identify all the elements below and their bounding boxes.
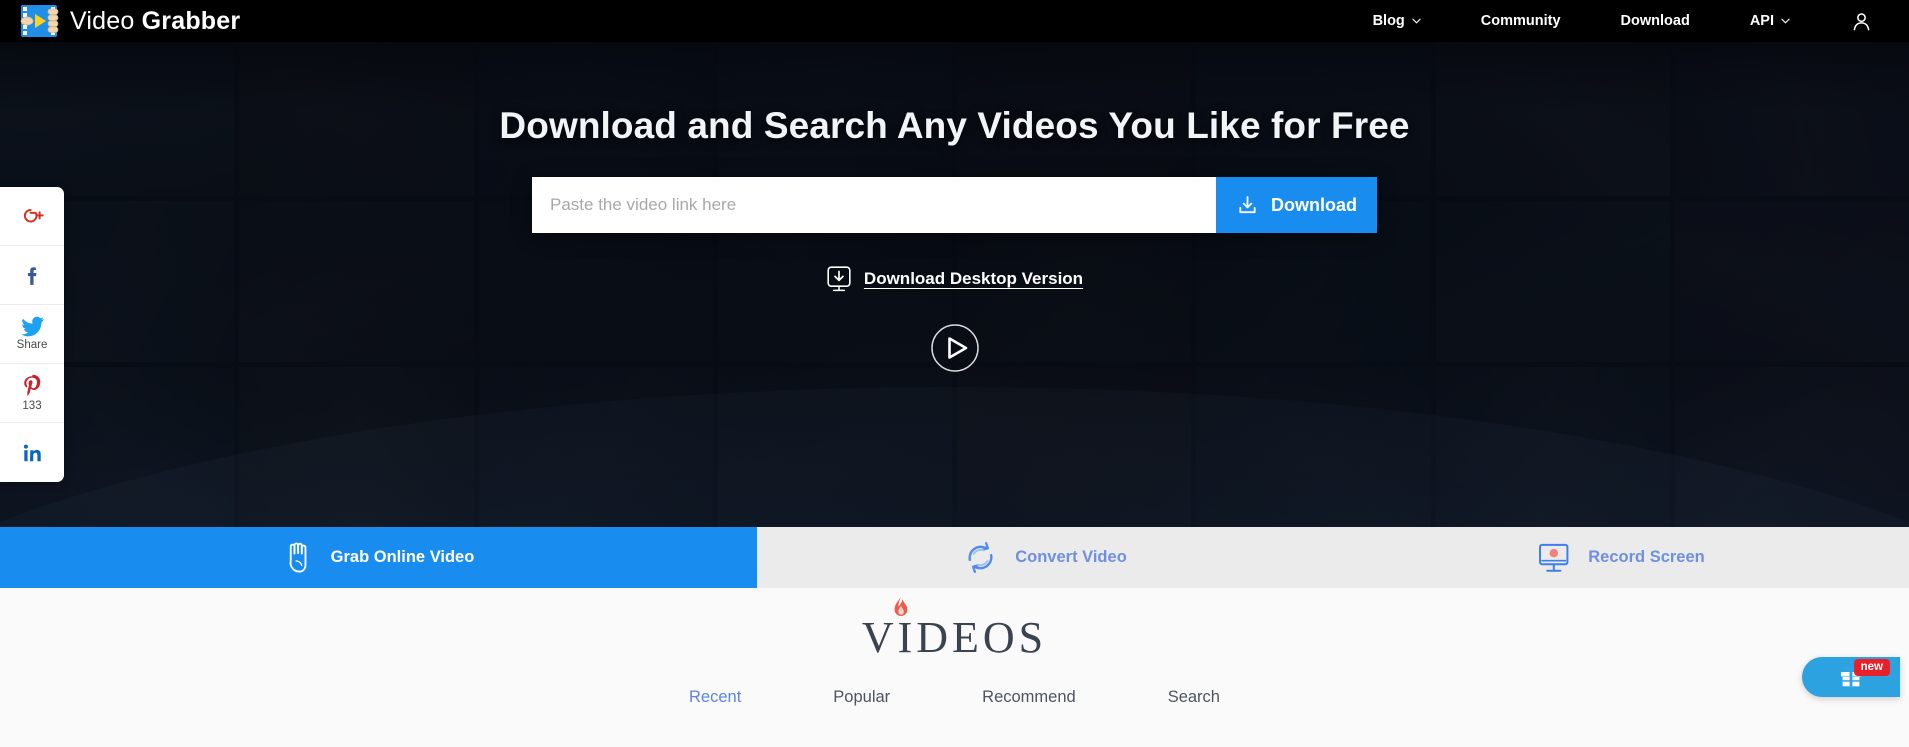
subtab-popular[interactable]: Popular [787, 688, 936, 707]
nav-item-download[interactable]: Download [1591, 0, 1720, 42]
brand-name: Video Grabber [70, 6, 241, 35]
brand-name-bold: Grabber [141, 6, 241, 35]
share-twitter[interactable]: Share [0, 305, 64, 364]
tab-grab-online-video[interactable]: Grab Online Video [0, 527, 757, 588]
facebook-icon [27, 266, 36, 285]
search-input[interactable] [532, 177, 1216, 233]
nav-item-download-label: Download [1620, 13, 1690, 29]
chevron-down-icon [1412, 18, 1421, 24]
download-desktop-version-label: Download Desktop Version [863, 269, 1084, 288]
subtab-search[interactable]: Search [1122, 688, 1266, 707]
page-root: Video Grabber Blog Community Download AP… [0, 0, 1909, 747]
film-strip-grab-icon [20, 5, 59, 37]
videos-logo: VIDEOS [861, 596, 1048, 662]
linkedin-icon [23, 444, 41, 461]
nav-links: Blog Community Download API [1343, 0, 1909, 42]
nav-item-api-label: API [1749, 13, 1774, 29]
play-circle-icon[interactable] [930, 323, 980, 373]
nav-item-api[interactable]: API [1720, 0, 1820, 42]
download-button-label: Download [1271, 194, 1357, 215]
download-to-device-icon [827, 266, 851, 292]
flame-icon [894, 596, 908, 616]
share-twitter-caption: Share [16, 339, 48, 352]
nav-item-community[interactable]: Community [1451, 0, 1591, 42]
pinterest-icon [24, 374, 41, 396]
download-desktop-version-link[interactable]: Download Desktop Version [826, 265, 1083, 293]
share-pinterest-count: 133 [22, 399, 42, 412]
nav-item-community-label: Community [1480, 13, 1561, 29]
top-navigation-bar: Video Grabber Blog Community Download AP… [0, 0, 1909, 42]
user-account-icon [1853, 12, 1870, 30]
share-pinterest[interactable]: 133 [0, 364, 64, 423]
account-button[interactable] [1820, 10, 1887, 33]
tab-record-screen-label: Record Screen [1588, 548, 1705, 566]
videos-subtabs: Recent Popular Recommend Search [643, 688, 1266, 707]
tab-record-screen[interactable]: Record Screen [1333, 527, 1909, 588]
hero-title: Download and Search Any Videos You Like … [499, 105, 1410, 146]
twitter-icon [20, 316, 44, 337]
gift-new-badge: new [1853, 659, 1890, 677]
share-linkedin[interactable] [0, 423, 64, 482]
social-share-rail: Share 133 [0, 187, 64, 482]
hero-content: Download and Search Any Videos You Like … [0, 0, 1909, 527]
tab-convert-video[interactable]: Convert Video [757, 527, 1333, 588]
subtab-recent[interactable]: Recent [643, 688, 787, 707]
tab-convert-video-label: Convert Video [1015, 548, 1127, 566]
convert-refresh-icon [968, 542, 993, 573]
video-link-search-bar: Download [532, 177, 1377, 233]
share-facebook[interactable] [0, 246, 64, 305]
feature-tab-bar: Grab Online Video Convert Video Record S… [0, 527, 1909, 588]
videos-section: VIDEOS Recent Popular Recommend Search [0, 588, 1909, 747]
subtab-recommend[interactable]: Recommend [936, 688, 1122, 707]
download-tray-icon [1239, 195, 1256, 213]
record-monitor-icon [1539, 543, 1569, 572]
grab-hand-icon [289, 541, 307, 572]
brand-name-light: Video [70, 6, 135, 35]
videos-logo-text: VIDEOS [861, 613, 1048, 662]
nav-item-blog-label: Blog [1372, 13, 1405, 29]
download-button[interactable]: Download [1216, 177, 1377, 233]
gift-promo-widget[interactable]: new [1802, 657, 1900, 697]
nav-item-blog[interactable]: Blog [1343, 0, 1451, 42]
google-plus-icon [23, 208, 44, 222]
share-google-plus[interactable] [0, 187, 64, 246]
brand-logo[interactable]: Video Grabber [19, 4, 240, 38]
chevron-down-icon [1781, 18, 1790, 24]
tab-grab-online-video-label: Grab Online Video [330, 548, 475, 566]
